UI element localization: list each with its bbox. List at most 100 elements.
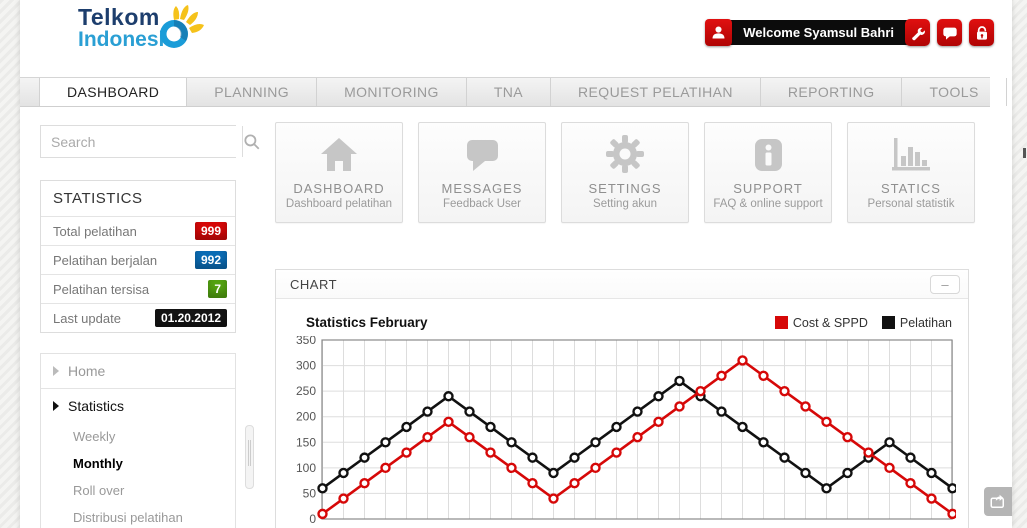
card-statics[interactable]: STATICS Personal statistik (847, 122, 975, 223)
share-icon[interactable] (984, 487, 1012, 516)
sidebar-item-label: Home (68, 363, 105, 379)
stat-value-badge: 7 (208, 280, 227, 298)
telkom-logo[interactable]: Telkom Indonesia (78, 6, 176, 51)
header-actions (905, 19, 994, 46)
shortcut-cards: DASHBOARD Dashboard pelatihan MESSAGES Feed… (275, 122, 979, 223)
search-icon[interactable] (242, 126, 261, 157)
content: STATISTICS Total pelatihan 999 Pelatihan b… (20, 107, 1012, 528)
svg-text:100: 100 (296, 461, 316, 475)
user-icon[interactable] (705, 19, 732, 46)
statistics-panel: STATISTICS Total pelatihan 999 Pelatihan b… (40, 180, 236, 333)
svg-text:50: 50 (303, 486, 317, 500)
stat-value-badge: 999 (195, 222, 227, 240)
card-subtitle: Feedback User (443, 198, 521, 210)
chat-icon (460, 123, 504, 175)
lock-icon[interactable] (969, 19, 994, 46)
sidebar-item-monthly[interactable]: Monthly (41, 450, 235, 477)
legend-swatch (882, 316, 895, 329)
gear-icon (604, 123, 646, 175)
chart-legend: Cost & SPPD Pelatihan (775, 316, 952, 330)
page-scrollbar[interactable] (1022, 0, 1027, 528)
tab-request-pelatihan[interactable]: REQUEST PELATIHAN (551, 78, 761, 106)
header: Telkom Indonesia Welcome Syamsul Bahri (20, 0, 1012, 77)
sidebar-item-statistics[interactable]: Statistics (41, 389, 235, 423)
search-input[interactable] (41, 126, 242, 157)
sidebar-item-label: Distribusi pelatihan (73, 510, 183, 525)
sidebar-scrollbar[interactable] (245, 425, 254, 489)
stat-label: Last update (53, 311, 121, 326)
card-title: MESSAGES (442, 181, 523, 196)
card-subtitle: Dashboard pelatihan (286, 198, 392, 210)
main-area: DASHBOARD Dashboard pelatihan MESSAGES Feed… (275, 107, 979, 528)
card-dashboard[interactable]: DASHBOARD Dashboard pelatihan (275, 122, 403, 223)
stat-row-total-pelatihan: Total pelatihan 999 (41, 216, 235, 245)
card-subtitle: FAQ & online support (713, 198, 822, 210)
card-subtitle: Setting akun (593, 198, 657, 210)
sidebar-item-distribusi-pelatihan[interactable]: Distribusi pelatihan (41, 504, 235, 528)
telkom-logo-icon (150, 4, 206, 56)
minimize-button[interactable]: – (930, 275, 960, 294)
chat-icon[interactable] (937, 19, 962, 46)
svg-text:0: 0 (309, 512, 316, 526)
sidebar-item-label: Weekly (73, 429, 115, 444)
nav-tabs: DASHBOARDPLANNINGMONITORINGTNAREQUEST PE… (20, 77, 990, 107)
welcome-group: Welcome Syamsul Bahri (705, 19, 910, 46)
svg-text:250: 250 (296, 384, 316, 398)
legend-label: Pelatihan (900, 316, 952, 330)
card-title: DASHBOARD (293, 181, 384, 196)
chevron-right-icon (53, 401, 59, 411)
chart-panel-header: CHART – (276, 270, 968, 299)
stat-row-last-update: Last update 01.20.2012 (41, 303, 235, 332)
chevron-right-icon (53, 366, 59, 376)
legend-label: Cost & SPPD (793, 316, 868, 330)
sidebar-item-home[interactable]: Home (41, 354, 235, 388)
statistics-rows: Total pelatihan999Pelatihan berjalan992P… (41, 216, 235, 332)
sidebar-item-roll-over[interactable]: Roll over (41, 477, 235, 504)
tab-tools[interactable]: TOOLS (902, 78, 1006, 106)
sidebar-item-weekly[interactable]: Weekly (41, 423, 235, 450)
sidebar-item-label: Monthly (73, 456, 123, 471)
statistics-title: STATISTICS (41, 181, 235, 216)
stat-label: Total pelatihan (53, 224, 137, 239)
svg-text:350: 350 (296, 336, 316, 347)
sidebar-item-label: Roll over (73, 483, 124, 498)
welcome-text: Welcome Syamsul Bahri (729, 20, 910, 45)
chart-meta: Statistics February Cost & SPPD Pelatihan (290, 315, 956, 336)
sidebar-item-label: Statistics (68, 398, 124, 414)
search-box (40, 125, 236, 158)
chart-panel-title: CHART (290, 277, 337, 292)
stat-value-badge: 01.20.2012 (155, 309, 227, 327)
stat-row-pelatihan-tersisa: Pelatihan tersisa 7 (41, 274, 235, 303)
line-chart: 0 50 100 150 200 250 300 350 (290, 336, 956, 528)
tab-tna[interactable]: TNA (467, 78, 551, 106)
card-settings[interactable]: SETTINGS Setting akun (561, 122, 689, 223)
card-support[interactable]: SUPPORT FAQ & online support (704, 122, 832, 223)
legend-swatch (775, 316, 788, 329)
tab-monitoring[interactable]: MONITORING (317, 78, 467, 106)
svg-text:150: 150 (296, 435, 316, 449)
legend-item-cost-sppd: Cost & SPPD (775, 316, 868, 330)
chart-body: Statistics February Cost & SPPD Pelatihan… (276, 299, 968, 528)
sidebar-menu: Home Statistics Weekly Monthly Roll over Dist… (40, 353, 236, 528)
stat-row-pelatihan-berjalan: Pelatihan berjalan 992 (41, 245, 235, 274)
svg-text:300: 300 (296, 359, 316, 373)
tab-dashboard[interactable]: DASHBOARD (39, 78, 187, 106)
app-window: Telkom Indonesia Welcome Syamsul Bahri (20, 0, 1012, 528)
card-title: SETTINGS (588, 181, 661, 196)
svg-text:200: 200 (296, 410, 316, 424)
legend-item-pelatihan: Pelatihan (882, 316, 952, 330)
info-icon (748, 123, 788, 175)
wrench-icon[interactable] (905, 19, 930, 46)
chart-title: Statistics February (306, 315, 428, 330)
card-subtitle: Personal statistik (868, 198, 955, 210)
tab-reporting[interactable]: REPORTING (761, 78, 903, 106)
stat-label: Pelatihan berjalan (53, 253, 157, 268)
card-title: STATICS (881, 181, 941, 196)
card-title: SUPPORT (733, 181, 803, 196)
stat-value-badge: 992 (195, 251, 227, 269)
bar-chart-icon (889, 123, 933, 175)
tab-planning[interactable]: PLANNING (187, 78, 317, 106)
card-messages[interactable]: MESSAGES Feedback User (418, 122, 546, 223)
home-icon (318, 123, 360, 175)
stat-label: Pelatihan tersisa (53, 282, 149, 297)
